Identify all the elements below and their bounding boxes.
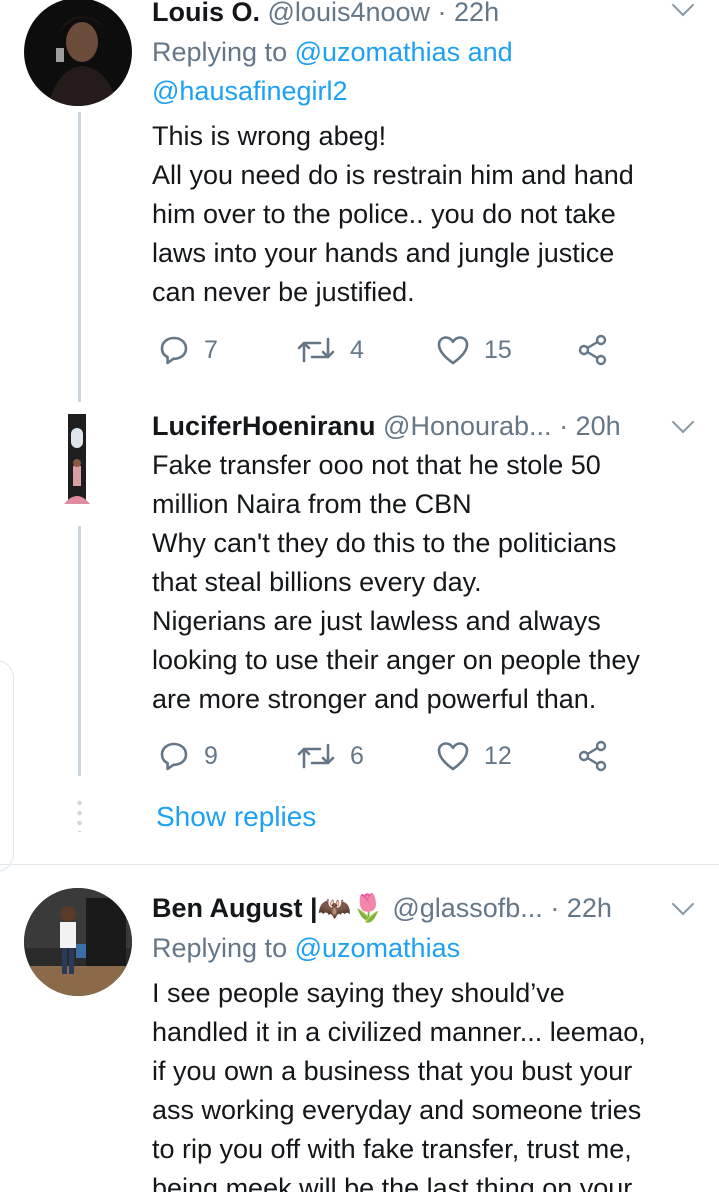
timestamp[interactable]: · 20h	[559, 411, 621, 442]
tweet-text-line: if you own a business that you bust your	[152, 1056, 633, 1086]
tweet-text-line: to rip you off with fake transfer, trust…	[152, 1134, 632, 1164]
share-button[interactable]	[576, 734, 610, 778]
reply-button[interactable]: 9	[158, 734, 218, 778]
tweet-luciferhoeniranu[interactable]: LuciferHoeniranu @Honourab... · 20h Fake…	[0, 400, 719, 860]
action-bar: 9 6 12	[152, 734, 622, 778]
display-name[interactable]: Ben August |🦇🌷	[152, 892, 385, 924]
tweet-header: LuciferHoeniranu @Honourab... · 20h	[152, 406, 689, 446]
retweet-button[interactable]: 4	[296, 328, 364, 372]
like-button[interactable]: 12	[436, 734, 512, 778]
share-button[interactable]	[576, 328, 610, 372]
more-replies-dots	[77, 798, 82, 832]
retweet-count: 6	[350, 741, 364, 770]
tweet-text-line: handled it in a civilized manner... leem…	[152, 1017, 646, 1047]
avatar[interactable]	[24, 406, 132, 514]
replying-label: Replying to	[152, 933, 288, 963]
replying-to: Replying to @uzomathias	[152, 929, 460, 968]
like-count: 15	[484, 335, 512, 364]
display-name[interactable]: LuciferHoeniranu	[152, 411, 376, 442]
tweet-text-line: million Naira from the CBN	[152, 489, 472, 519]
retweet-count: 4	[350, 335, 364, 364]
reply-count: 9	[204, 741, 218, 770]
share-icon	[578, 740, 607, 772]
avatar[interactable]	[24, 888, 132, 996]
retweet-icon	[297, 337, 335, 363]
tweet-text-line: that steal billions every day.	[152, 567, 482, 597]
tweet-text-line: being meek will be the last thing on you…	[152, 1173, 633, 1192]
avatar[interactable]	[24, 0, 132, 106]
tweet-ben-august[interactable]: Ben August |🦇🌷 @glassofb... · 22h Replyi…	[0, 866, 719, 1192]
tweet-header: Ben August |🦇🌷 @glassofb... · 22h	[152, 888, 689, 928]
tweet-text-line: Why can't they do this to the politician…	[152, 528, 617, 558]
tweet-header: Louis O. @louis4noow · 22h	[152, 0, 689, 32]
user-handle[interactable]: @Honourab...	[383, 411, 552, 442]
mention-link[interactable]: @uzomathias	[295, 933, 460, 963]
tweet-text-line: looking to use their anger on people the…	[152, 645, 640, 675]
thread-line	[78, 526, 81, 776]
tweet-text: This is wrong abeg! All you need do is r…	[152, 117, 697, 312]
action-bar: 7 4 15	[152, 328, 622, 372]
speech-bubble-icon	[160, 742, 188, 771]
user-handle[interactable]: @glassofb...	[392, 893, 542, 924]
tweet-text: I see people saying they should’ve handl…	[152, 974, 697, 1192]
tweet-thread: Louis O. @louis4noow · 22h Replying to @…	[0, 0, 719, 1192]
speech-bubble-icon	[160, 336, 188, 365]
tweet-text-line: Fake transfer ooo not that he stole 50	[152, 450, 601, 480]
mention-link[interactable]: @uzomathias and	[295, 37, 513, 67]
tweet-text-line: laws into your hands and jungle justice	[152, 238, 615, 268]
heart-icon	[437, 336, 469, 365]
reply-count: 7	[204, 335, 218, 364]
show-replies-link[interactable]: Show replies	[156, 801, 316, 833]
tweet-text-line: can never be justified.	[152, 277, 415, 307]
replying-to: Replying to @uzomathias and @hausafinegi…	[152, 33, 513, 111]
tweet-louis[interactable]: Louis O. @louis4noow · 22h Replying to @…	[0, 0, 719, 402]
timestamp[interactable]: · 22h	[438, 0, 500, 28]
timestamp[interactable]: · 22h	[550, 893, 612, 924]
replying-label: Replying to	[152, 37, 288, 67]
retweet-icon	[297, 743, 335, 769]
retweet-button[interactable]: 6	[296, 734, 364, 778]
user-handle[interactable]: @louis4noow	[268, 0, 431, 28]
like-count: 12	[484, 741, 512, 770]
reply-button[interactable]: 7	[158, 328, 218, 372]
tweet-text-line: him over to the police.. you do not take	[152, 199, 616, 229]
tweet-text-line: All you need do is restrain him and hand	[152, 160, 634, 190]
display-name[interactable]: Louis O.	[152, 0, 260, 28]
share-icon	[578, 334, 607, 366]
tweet-text-line: I see people saying they should’ve	[152, 978, 565, 1008]
tweet-text-line: Nigerians are just lawless and always	[152, 606, 601, 636]
divider	[0, 864, 719, 865]
tweet-text-line: This is wrong abeg!	[152, 121, 387, 151]
thread-line	[78, 112, 81, 402]
tweet-text-line: are more stronger and powerful than.	[152, 684, 597, 714]
like-button[interactable]: 15	[436, 328, 512, 372]
tweet-text-line: ass working everyday and someone tries	[152, 1095, 642, 1125]
mention-link[interactable]: @hausafinegirl2	[152, 76, 348, 106]
heart-icon	[437, 742, 469, 771]
tweet-text: Fake transfer ooo not that he stole 50 m…	[152, 446, 697, 719]
